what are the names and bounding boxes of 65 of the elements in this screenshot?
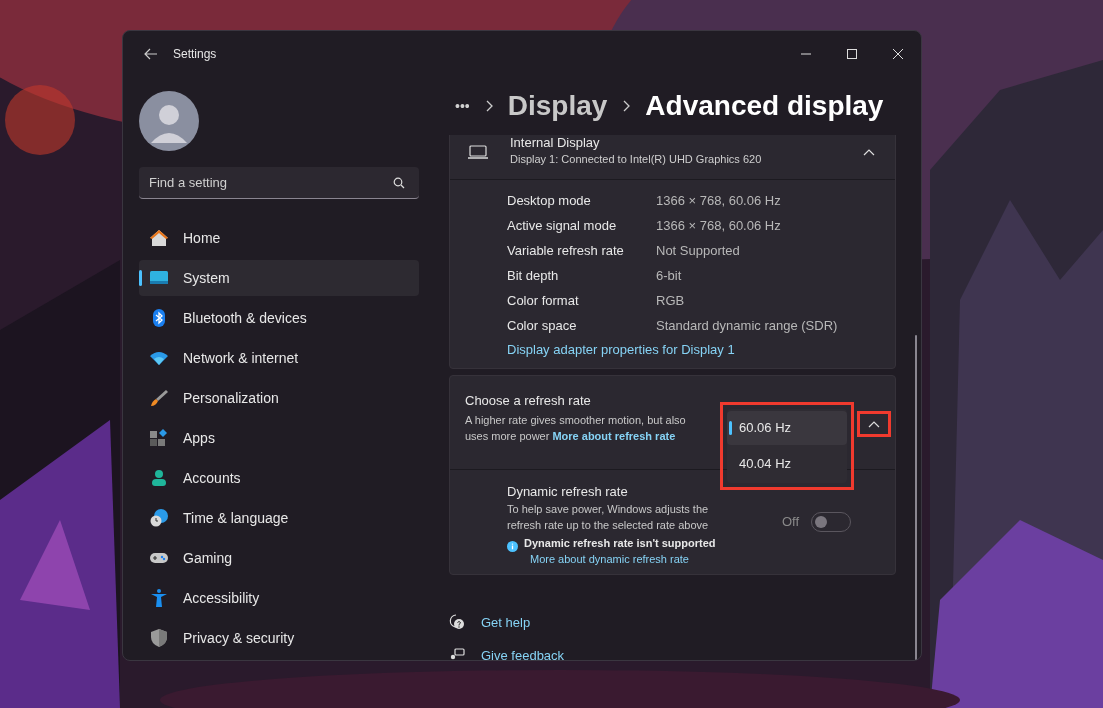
setting-title: Choose a refresh rate [465, 391, 592, 410]
dropdown-option[interactable]: 40.04 Hz [727, 446, 847, 481]
search-field[interactable]: Find a setting [139, 167, 419, 199]
maximize-icon [847, 49, 857, 59]
property-label: Bit depth [507, 266, 560, 285]
breadcrumb-overflow[interactable]: ••• [455, 95, 470, 117]
feedback-icon [449, 647, 465, 660]
property-label: Color format [507, 291, 580, 310]
search-icon [393, 177, 405, 189]
sidebar-item[interactable]: Network & internet [139, 340, 419, 376]
dropdown-option[interactable]: 60.06 Hz [727, 410, 847, 445]
selection-indicator [729, 420, 732, 435]
refresh-rate-dropdown[interactable]: 60.06 Hz 40.04 Hz [727, 408, 847, 483]
chevron-right-icon [621, 100, 632, 112]
shield-icon [149, 628, 169, 648]
footer-link[interactable]: Get help [481, 612, 531, 632]
info-icon [507, 541, 518, 552]
brush-icon [149, 388, 169, 408]
sidebar-item[interactable]: Bluetooth & devices [139, 300, 419, 336]
property-value: Not Supported [656, 241, 740, 260]
selection-indicator [139, 270, 142, 286]
sidebar-item[interactable]: Gaming [139, 540, 419, 576]
refresh-rate-link[interactable]: More about refresh rate [552, 430, 676, 442]
property-value: Standard dynamic range (SDR) [656, 316, 838, 335]
sidebar-item[interactable]: Apps [139, 420, 419, 456]
property-value: 6-bit [656, 266, 682, 285]
help-icon [449, 614, 465, 631]
property-value: 1366 × 768, 60.06 Hz [656, 216, 781, 235]
adapter-properties-link[interactable]: Display adapter properties for Display 1 [507, 340, 895, 360]
property-value: RGB [656, 291, 685, 310]
card-subtitle: Display 1: Connected to Intel(R) UHD Graphics 620 [510, 152, 762, 168]
sidebar-item[interactable]: Home [139, 220, 419, 256]
dynamic-refresh-link[interactable]: More about dynamic refresh rate [530, 551, 716, 567]
person-icon [149, 468, 169, 488]
setting-title: Dynamic refresh rate [507, 482, 629, 501]
apps-icon [149, 428, 169, 448]
sidebar-item[interactable]: Personalization [139, 380, 419, 416]
breadcrumb-item[interactable]: Display [507, 85, 608, 127]
breadcrumb-item: Advanced display [645, 89, 884, 123]
avatar [139, 91, 199, 151]
back-arrow-icon [143, 46, 159, 62]
window-title: Settings [173, 46, 217, 63]
globe-clock-icon [149, 508, 169, 528]
notice-text: Dynamic refresh rate isn't supported [524, 536, 716, 551]
card-title: Internal Display [510, 135, 601, 152]
accessibility-icon [149, 588, 169, 608]
sidebar-item[interactable]: Privacy & security [139, 620, 419, 656]
sidebar-item[interactable]: Accounts [139, 460, 419, 496]
close-icon [893, 49, 903, 59]
chevron-icon [863, 147, 875, 156]
property-label: Color space [507, 316, 578, 335]
property-label: Active signal mode [507, 216, 618, 235]
setting-description: To help save power, Windows adjusts the refresh rate up to the selected rate above [507, 502, 710, 533]
sidebar-item[interactable]: Accessibility [139, 580, 419, 616]
laptop-icon [468, 143, 488, 160]
chevron-up-icon [868, 419, 880, 428]
toggle-state-label: Off [781, 512, 799, 531]
setting-description: A higher rate gives smoother motion, but also uses more power More about refresh rate [465, 413, 687, 444]
footer-link[interactable]: Give feedback [481, 646, 565, 660]
sidebar-item[interactable]: System [139, 260, 419, 296]
property-label: Variable refresh rate [507, 241, 625, 260]
sidebar-item[interactable]: Time & language [139, 500, 419, 536]
property-value: 1366 × 768, 60.06 Hz [656, 191, 781, 210]
home-icon [149, 228, 169, 248]
property-label: Desktop mode [507, 191, 592, 210]
